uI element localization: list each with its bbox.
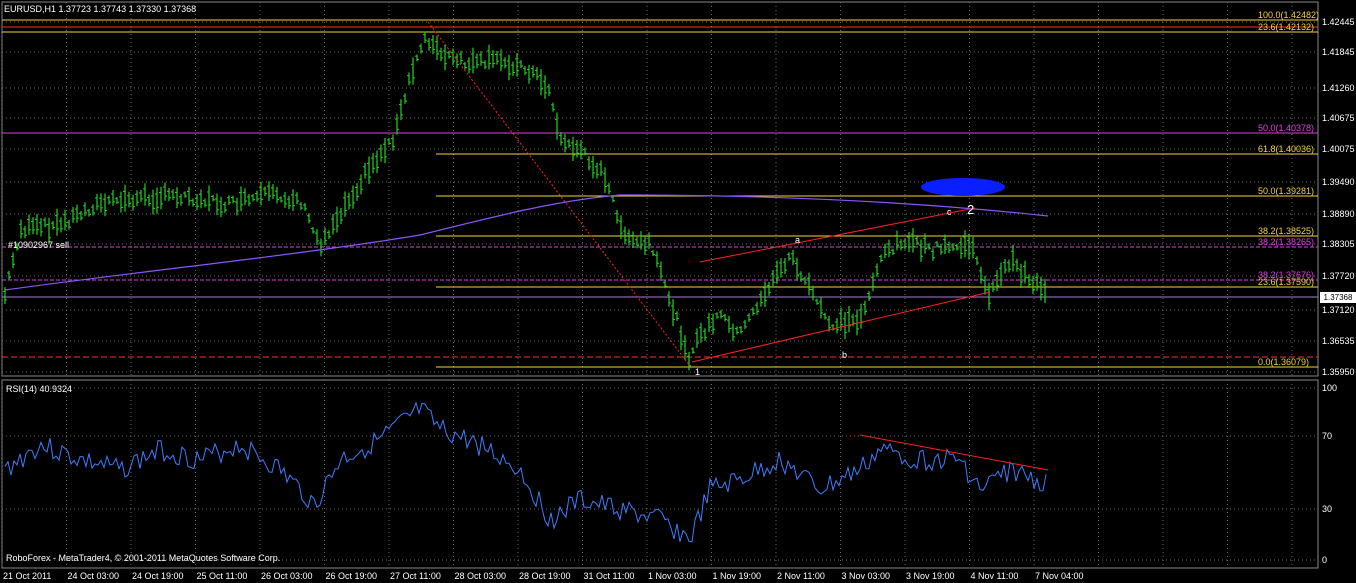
- rsi-title: RSI(14) 40.9324: [6, 384, 73, 394]
- wave-label-a: a: [795, 235, 801, 245]
- price-axis-tick: 1.40675: [1322, 113, 1355, 123]
- wave-label-b: b: [842, 350, 848, 360]
- price-axis-tick: 1.35950: [1322, 367, 1355, 377]
- fib-level-label: 50.0(1.40378): [1258, 123, 1315, 133]
- price-axis-tick: 1.37720: [1322, 271, 1355, 281]
- price-axis-tick: 1.36535: [1322, 336, 1355, 346]
- time-axis-tick: 24 Oct 03:00: [67, 571, 120, 581]
- price-axis-tick: 1.42445: [1322, 17, 1355, 27]
- time-axis-tick: 1 Nov 19:00: [712, 571, 762, 581]
- time-axis-tick: 2 Nov 11:00: [777, 571, 825, 581]
- rsi-level-tick: 70: [1322, 431, 1333, 441]
- fib-level-label: 38.2(1.38525): [1258, 226, 1315, 236]
- fib-level-label: 23.6(1.42132): [1258, 22, 1315, 32]
- time-axis-tick: 28 Oct 19:00: [519, 571, 571, 581]
- rsi-level-tick: 0: [1322, 555, 1328, 565]
- price-axis-tick: 1.41260: [1322, 83, 1355, 93]
- target-zone-ellipse: [921, 178, 1005, 196]
- fib-level-label: 50.0(1.39281): [1258, 186, 1315, 196]
- rsi-divergence-line: [859, 434, 1049, 471]
- time-axis-tick: 3 Nov 19:00: [906, 571, 955, 581]
- time-axis-tick: 4 Nov 11:00: [970, 571, 1019, 581]
- fib-level-label: 61.8(1.40036): [1258, 144, 1315, 154]
- fib-level-label: 38.2(1.38265): [1258, 237, 1315, 247]
- price-axis-tick: 1.37120: [1322, 305, 1355, 315]
- time-axis-tick: 25 Oct 11:00: [196, 571, 248, 581]
- symbol-info: EURUSD,H1 1.37723 1.37743 1.37330 1.3736…: [4, 4, 197, 14]
- time-axis-tick: 1 Nov 03:00: [648, 571, 697, 581]
- rsi-panel-frame: [1, 379, 1319, 569]
- time-axis-tick: 26 Oct 19:00: [325, 571, 378, 581]
- chart-canvas[interactable]: [0, 0, 1356, 583]
- impulse-dotted-line: [427, 21, 691, 367]
- fib-level-label: 100.0(1.42482): [1258, 10, 1320, 20]
- metatrader-chart-window[interactable]: EURUSD,H1 1.37723 1.37743 1.37330 1.3736…: [0, 0, 1356, 583]
- time-axis-tick: 26 Oct 03:00: [261, 571, 313, 581]
- rsi-level-tick: 100: [1322, 383, 1338, 393]
- time-axis-tick: 21 Oct 2011: [3, 571, 52, 581]
- current-price-box: 1.37368: [1320, 292, 1356, 303]
- time-axis-tick: 31 Oct 11:00: [583, 571, 635, 581]
- rsi-line: [4, 401, 1047, 543]
- price-axis-tick: 1.41845: [1322, 47, 1355, 57]
- price-axis-tick: 1.38305: [1322, 239, 1355, 249]
- wave-label-2: 2: [967, 202, 975, 217]
- fib-level-label: 23.6(1.37590): [1258, 277, 1315, 287]
- wave-label-c: c: [947, 207, 952, 217]
- copyright-footer: RoboForex - MetaTrader4, © 2001-2011 Met…: [6, 553, 281, 563]
- wave-label-1: 1: [695, 367, 701, 377]
- time-axis-tick: 3 Nov 03:00: [841, 571, 891, 581]
- price-axis-tick: 1.38890: [1322, 209, 1355, 219]
- fib-level-label: 0.0(1.36079): [1258, 357, 1310, 367]
- order-label: #10902967 sell: [8, 240, 70, 250]
- main-chart-frame: [1, 1, 1319, 377]
- time-axis-tick: 24 Oct 19:00: [132, 571, 184, 581]
- time-axis-tick: 28 Oct 03:00: [454, 571, 507, 581]
- time-axis-tick: 27 Oct 11:00: [390, 571, 441, 581]
- price-axis-tick: 1.40075: [1322, 144, 1355, 154]
- upper-channel-line: [699, 207, 976, 263]
- price-axis-tick: 1.39490: [1322, 177, 1355, 187]
- rsi-level-tick: 30: [1322, 504, 1333, 514]
- time-axis-tick: 7 Nov 04:00: [1035, 571, 1084, 581]
